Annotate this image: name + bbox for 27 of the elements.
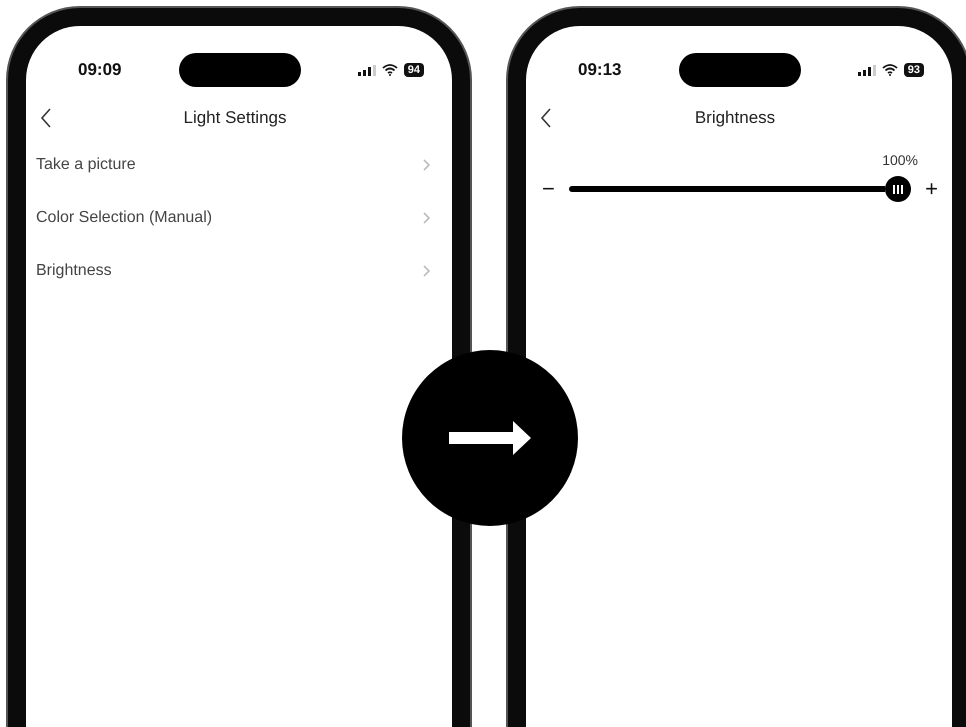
status-time: 09:09	[78, 60, 122, 80]
wifi-icon	[882, 64, 898, 76]
menu-item[interactable]: Brightness	[26, 244, 452, 297]
increase-button[interactable]: +	[925, 178, 938, 200]
menu-item[interactable]: Color Selection (Manual)	[26, 191, 452, 244]
back-icon[interactable]	[540, 108, 552, 128]
chevron-right-icon	[423, 212, 430, 224]
back-icon[interactable]	[40, 108, 52, 128]
slider-fill[interactable]	[568, 186, 886, 192]
screen-title: Light Settings	[182, 108, 288, 128]
chevron-right-icon	[423, 158, 430, 170]
status-time: 09:13	[578, 60, 622, 80]
battery-level: 93	[904, 63, 924, 77]
menu-item-label: Take a picture	[36, 156, 136, 174]
signal-icon	[358, 64, 376, 76]
menu-item-label: Brightness	[36, 262, 112, 280]
percentage-reading: 100%	[882, 152, 918, 168]
screen-title: Brightness	[694, 108, 776, 128]
decrease-button[interactable]: −	[542, 178, 555, 200]
signal-icon	[858, 64, 876, 76]
menu-item[interactable]: Take a picture	[26, 138, 452, 191]
menu-item-label: Color Selection (Manual)	[36, 208, 212, 226]
chevron-right-icon	[423, 264, 430, 276]
battery-level: 94	[404, 63, 424, 77]
wifi-icon	[382, 64, 398, 76]
arrow-right-icon	[449, 421, 531, 455]
slider-thumb[interactable]	[885, 176, 912, 202]
